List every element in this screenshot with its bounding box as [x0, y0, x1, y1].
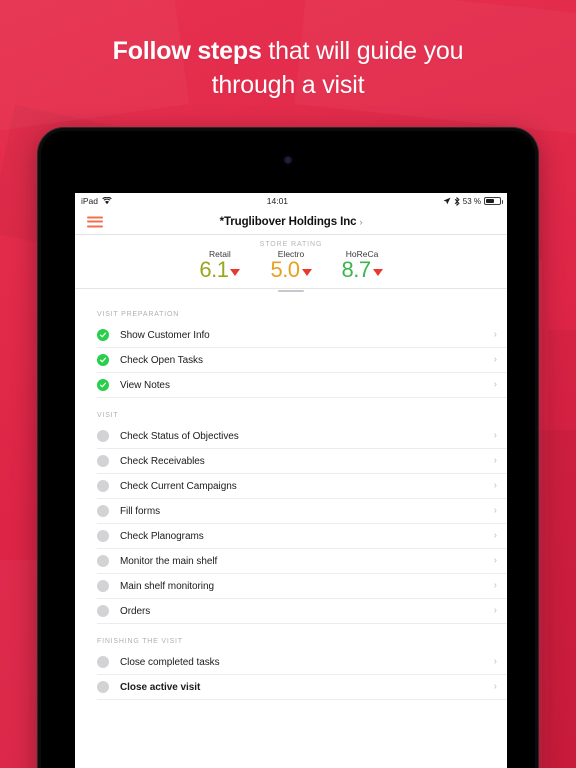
section-header: FINISHING THE VISIT [97, 638, 183, 645]
list-item[interactable]: Orders › [97, 599, 507, 624]
checkmark-icon[interactable] [97, 329, 109, 341]
trend-down-icon [301, 268, 312, 276]
store-rating-label: STORE RATING [259, 241, 323, 248]
device-label: iPad [81, 196, 99, 206]
list-item-label: Check Current Campaigns [120, 480, 237, 492]
list-item[interactable]: View Notes › [97, 373, 507, 398]
location-arrow-icon [443, 197, 451, 205]
status-bar-time: 14:01 [266, 196, 289, 206]
list-item[interactable]: Close completed tasks › [97, 650, 507, 675]
list-item-label: Check Receivables [120, 455, 205, 467]
pending-circle-icon[interactable] [97, 530, 109, 542]
list-item-label: View Notes [120, 379, 170, 391]
list-item[interactable]: Close active visit › [97, 675, 507, 700]
rating-value-wrap: 8.7 [342, 257, 383, 283]
rating-value: 8.7 [341, 257, 372, 282]
headline-line-2: through a visit [211, 71, 365, 99]
list-item-label: Orders [120, 605, 151, 617]
section-header: VISIT [97, 412, 119, 419]
list-item[interactable]: Check Open Tasks › [97, 348, 507, 373]
list-item-label: Close completed tasks [120, 656, 220, 668]
list-item[interactable]: Fill forms › [97, 499, 507, 524]
list-item-label: Monitor the main shelf [120, 555, 218, 567]
panel-drag-handle[interactable] [278, 290, 304, 292]
bluetooth-icon [454, 196, 460, 206]
chevron-right-icon: › [493, 379, 497, 390]
store-rating-panel: STORE RATING Retail 6.1 Electro 5.0 HoRe… [75, 235, 507, 292]
list-item-label: Fill forms [120, 505, 161, 517]
list-item[interactable]: Show Customer Info › [97, 323, 507, 348]
page-title-text: *Truglibover Holdings Inc [219, 215, 357, 228]
hamburger-menu-icon[interactable] [87, 216, 103, 227]
steps-list-scroll: VISIT PREPARATION Show Customer Info › Chec… [75, 297, 507, 700]
pending-circle-icon[interactable] [97, 455, 109, 467]
chevron-right-icon: › [493, 480, 497, 491]
pending-circle-icon[interactable] [97, 656, 109, 668]
list-item-label: Main shelf monitoring [120, 580, 214, 592]
checkmark-icon[interactable] [97, 354, 109, 366]
trend-down-icon [230, 268, 241, 276]
rating-item-electro[interactable]: Electro 5.0 [270, 249, 312, 283]
rating-value-wrap: 6.1 [199, 257, 241, 283]
battery-icon [484, 197, 503, 205]
ipad-screen: iPad 14:01 53 % *Truglibover Holdings In… [75, 193, 507, 768]
wifi-icon [102, 197, 112, 205]
ipad-device-frame: iPad 14:01 53 % *Truglibover Holdings In… [38, 128, 538, 768]
list-item[interactable]: Check Status of Objectives › [97, 424, 507, 449]
bg-bar-2 [548, 330, 576, 768]
status-bar-left: iPad [81, 196, 112, 206]
chevron-right-icon: › [359, 216, 363, 227]
pending-circle-icon[interactable] [97, 605, 109, 617]
chevron-right-icon: › [493, 555, 497, 566]
pending-circle-icon[interactable] [97, 580, 109, 592]
list-item[interactable]: Check Receivables › [97, 449, 507, 474]
rating-value: 6.1 [199, 257, 229, 282]
status-bar: iPad 14:01 53 % [75, 193, 507, 209]
pending-circle-icon[interactable] [97, 681, 109, 693]
headline-line-1: Follow steps that will guide you [0, 34, 576, 68]
list-item-label: Check Open Tasks [120, 354, 203, 366]
checkmark-icon[interactable] [97, 379, 109, 391]
rating-item-retail[interactable]: Retail 6.1 [199, 249, 241, 283]
section-header: VISIT PREPARATION [97, 311, 180, 318]
store-rating-values: Retail 6.1 Electro 5.0 HoReCa 8.7 [75, 249, 507, 283]
headline-bold: Follow steps [112, 37, 262, 65]
chevron-right-icon: › [493, 354, 497, 365]
chevron-right-icon: › [493, 505, 497, 516]
chevron-right-icon: › [493, 530, 497, 541]
trend-down-icon [372, 268, 383, 276]
pending-circle-icon[interactable] [97, 505, 109, 517]
pending-circle-icon[interactable] [97, 555, 109, 567]
list-item-label: Check Status of Objectives [120, 430, 239, 442]
front-camera-icon [285, 157, 291, 163]
rating-value-wrap: 5.0 [270, 257, 312, 283]
battery-percent-label: 53 % [462, 196, 481, 206]
chevron-right-icon: › [493, 656, 497, 667]
chevron-right-icon: › [493, 580, 497, 591]
list-item[interactable]: Monitor the main shelf › [97, 549, 507, 574]
rating-item-horeca[interactable]: HoReCa 8.7 [342, 249, 383, 283]
pending-circle-icon[interactable] [97, 430, 109, 442]
chevron-right-icon: › [493, 605, 497, 616]
list-item-label: Check Planograms [120, 530, 204, 542]
chevron-right-icon: › [493, 455, 497, 466]
chevron-right-icon: › [493, 430, 497, 441]
pending-circle-icon[interactable] [97, 480, 109, 492]
chevron-right-icon: › [493, 329, 497, 340]
page-title[interactable]: *Truglibover Holdings Inc › [75, 216, 507, 228]
list-item[interactable]: Main shelf monitoring › [97, 574, 507, 599]
list-item[interactable]: Check Current Campaigns › [97, 474, 507, 499]
headline-rest: that will guide you [261, 37, 464, 65]
list-item-label: Show Customer Info [120, 329, 210, 341]
rating-value: 5.0 [270, 257, 300, 282]
ipad-bezel: iPad 14:01 53 % *Truglibover Holdings In… [41, 131, 535, 768]
steps-list[interactable]: VISIT PREPARATION Show Customer Info › Chec… [75, 297, 507, 768]
status-bar-right: 53 % [443, 196, 503, 206]
list-item-label: Close active visit [120, 681, 201, 693]
navigation-bar: *Truglibover Holdings Inc › [75, 209, 507, 235]
chevron-right-icon: › [493, 681, 497, 692]
list-item[interactable]: Check Planograms › [97, 524, 507, 549]
promo-headline: Follow steps that will guide you through… [0, 34, 576, 102]
